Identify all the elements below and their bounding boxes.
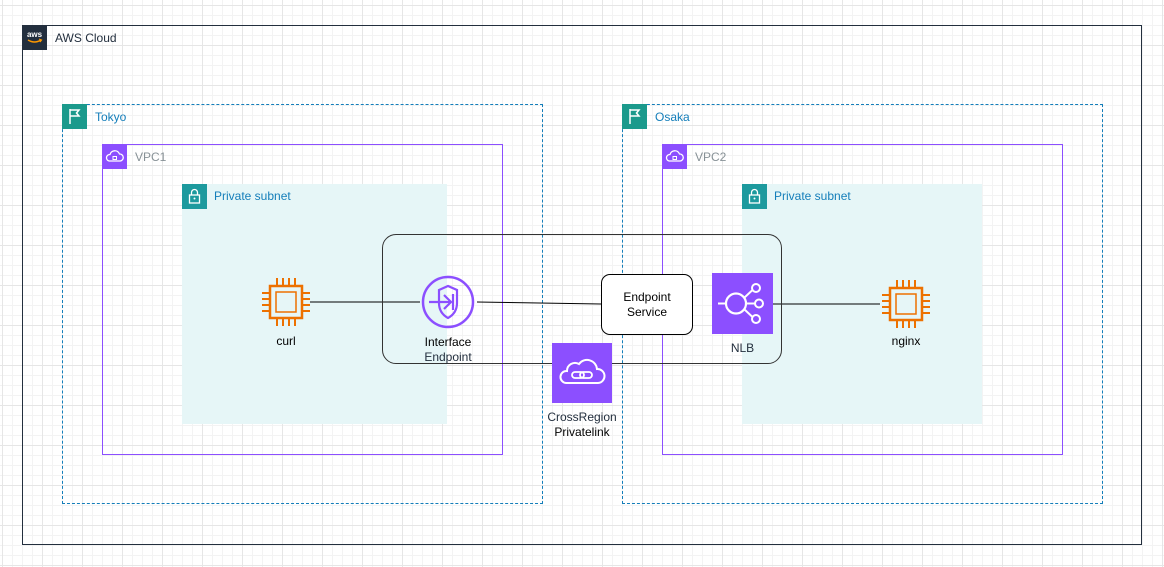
endpoint-service-label-line2: Service [626,304,667,319]
nginx-label: nginx [891,334,921,348]
ec2-instance-icon [880,278,932,330]
interface-endpoint-label: Interface Endpoint [424,335,472,364]
privatelink-icon [552,343,612,403]
curl-label: curl [276,334,296,348]
vpc-endpoint-icon [419,273,477,331]
nlb-label: NLB [730,341,755,355]
endpoint-service-label-line1: Endpoint [623,289,671,304]
crossregion-privatelink-label: CrossRegion Privatelink [547,410,617,439]
ec2-instance-icon [260,276,312,328]
nlb-icon [712,273,773,334]
endpoint-service-node: Endpoint Service [601,274,693,335]
